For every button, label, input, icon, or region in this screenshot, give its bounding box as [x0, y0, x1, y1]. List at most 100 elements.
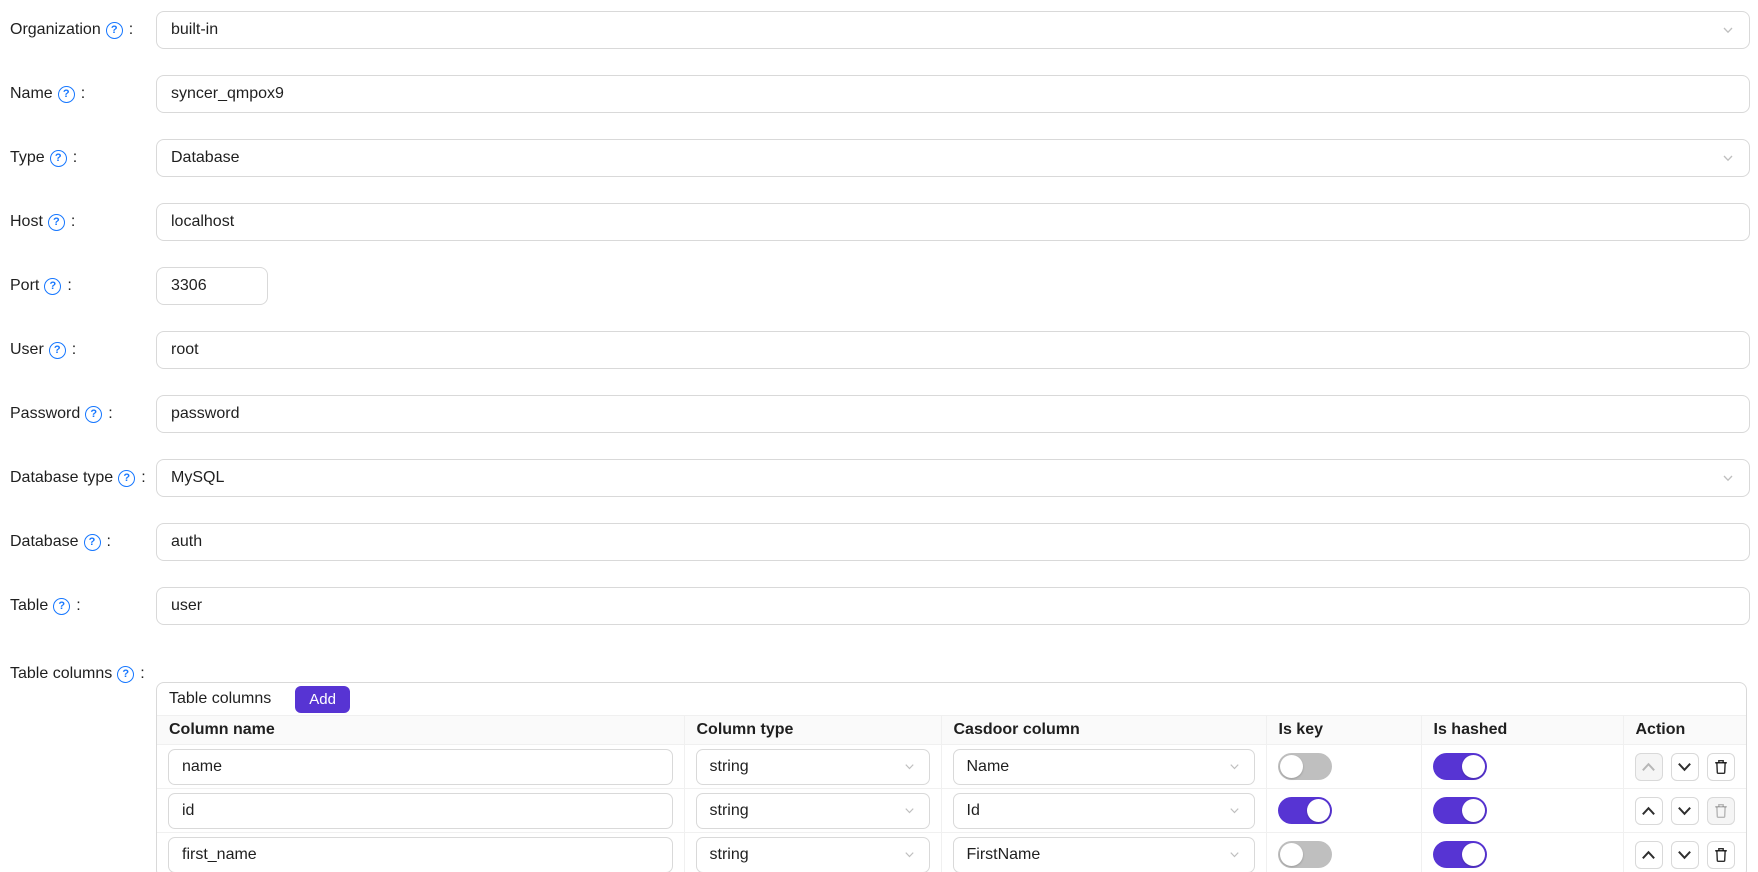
field-label: Organization ? : — [10, 21, 156, 39]
field-value: password — [171, 405, 239, 423]
panel-title-bar: Table columns Add — [157, 683, 1746, 715]
help-icon[interactable]: ? — [50, 150, 67, 167]
user-input[interactable]: root — [156, 331, 1750, 369]
help-icon[interactable]: ? — [49, 342, 66, 359]
field-content: localhost — [156, 203, 1750, 241]
is-hashed-toggle[interactable] — [1433, 841, 1487, 868]
is-key-toggle[interactable] — [1278, 753, 1332, 780]
table-columns-table: Column nameColumn typeCasdoor columnIs k… — [157, 715, 1746, 872]
add-column-button[interactable]: Add — [295, 686, 350, 713]
row-actions — [1635, 797, 1736, 825]
label-colon: : — [108, 405, 112, 423]
help-icon[interactable]: ? — [44, 278, 61, 295]
move-down-button[interactable] — [1671, 753, 1699, 781]
casdoor-column-value: Name — [967, 758, 1010, 776]
column-name-input[interactable]: first_name — [168, 837, 673, 872]
casdoor-column-select[interactable]: Name — [953, 749, 1255, 785]
chevron-down-icon — [1228, 760, 1241, 773]
delete-button[interactable] — [1707, 841, 1735, 869]
table-row: id string Id — [157, 789, 1746, 833]
port-input[interactable]: 3306 — [156, 267, 268, 305]
name-input[interactable]: syncer_qmpox9 — [156, 75, 1750, 113]
move-down-button[interactable] — [1671, 797, 1699, 825]
help-icon[interactable]: ? — [84, 534, 101, 551]
move-up-button — [1635, 753, 1663, 781]
col-header-casdoor-column: Casdoor column — [941, 716, 1266, 745]
is-key-toggle[interactable] — [1278, 797, 1332, 824]
help-icon[interactable]: ? — [106, 22, 123, 39]
move-up-button[interactable] — [1635, 841, 1663, 869]
move-down-button[interactable] — [1671, 841, 1699, 869]
label-colon: : — [71, 213, 75, 231]
field-content: password — [156, 395, 1750, 433]
chevron-down-icon — [1676, 804, 1693, 818]
chevron-down-icon — [1721, 471, 1735, 485]
trash-icon — [1712, 802, 1730, 820]
column-name-value: name — [182, 758, 222, 776]
is-hashed-toggle[interactable] — [1433, 797, 1487, 824]
field-value: localhost — [171, 213, 234, 231]
trash-icon — [1712, 846, 1730, 864]
field-value: 3306 — [171, 277, 207, 295]
field-label: Type ? : — [10, 149, 156, 167]
col-header-is-key: Is key — [1266, 716, 1421, 745]
database-row: Database ? : auth — [10, 523, 1750, 561]
casdoor-column-select[interactable]: FirstName — [953, 837, 1255, 872]
database-input[interactable]: auth — [156, 523, 1750, 561]
field-label-text: Organization — [10, 21, 101, 39]
form-rows: Organization ? : built-in Name ? : synce… — [10, 11, 1750, 625]
chevron-down-icon — [903, 804, 916, 817]
delete-button[interactable] — [1707, 753, 1735, 781]
table-input[interactable]: user — [156, 587, 1750, 625]
column-type-select[interactable]: string — [696, 837, 930, 872]
column-name-input[interactable]: name — [168, 749, 673, 785]
database-type-select[interactable]: MySQL — [156, 459, 1750, 497]
chevron-down-icon — [1228, 848, 1241, 861]
move-up-button[interactable] — [1635, 797, 1663, 825]
label-colon: : — [81, 85, 85, 103]
column-name-value: first_name — [182, 846, 257, 864]
field-content: MySQL — [156, 459, 1750, 497]
field-content: Database — [156, 139, 1750, 177]
type-select[interactable]: Database — [156, 139, 1750, 177]
field-label-text: Database — [10, 533, 79, 551]
help-icon[interactable]: ? — [58, 86, 75, 103]
delete-button — [1707, 797, 1735, 825]
field-content: syncer_qmpox9 — [156, 75, 1750, 113]
column-type-select[interactable]: string — [696, 749, 930, 785]
type-row: Type ? : Database — [10, 139, 1750, 177]
field-value: MySQL — [171, 469, 224, 487]
help-icon[interactable]: ? — [118, 470, 135, 487]
field-label: Password ? : — [10, 405, 156, 423]
password-input[interactable]: password — [156, 395, 1750, 433]
field-label-text: Type — [10, 149, 45, 167]
help-icon[interactable]: ? — [53, 598, 70, 615]
is-key-toggle[interactable] — [1278, 841, 1332, 868]
organization-select[interactable]: built-in — [156, 11, 1750, 49]
table-row: name string Name — [157, 745, 1746, 789]
column-name-input[interactable]: id — [168, 793, 673, 829]
chevron-up-icon — [1640, 760, 1657, 774]
help-icon[interactable]: ? — [85, 406, 102, 423]
label-colon: : — [140, 665, 144, 683]
field-content: root — [156, 331, 1750, 369]
name-row: Name ? : syncer_qmpox9 — [10, 75, 1750, 113]
chevron-down-icon — [1721, 151, 1735, 165]
host-input[interactable]: localhost — [156, 203, 1750, 241]
password-row: Password ? : password — [10, 395, 1750, 433]
database-type-row: Database type ? : MySQL — [10, 459, 1750, 497]
column-type-select[interactable]: string — [696, 793, 930, 829]
is-hashed-toggle[interactable] — [1433, 753, 1487, 780]
help-icon[interactable]: ? — [117, 666, 134, 683]
chevron-up-icon — [1640, 848, 1657, 862]
casdoor-column-select[interactable]: Id — [953, 793, 1255, 829]
help-icon[interactable]: ? — [48, 214, 65, 231]
panel-title: Table columns — [169, 690, 271, 708]
field-content: 3306 — [156, 267, 1750, 305]
chevron-down-icon — [1228, 804, 1241, 817]
label-colon: : — [107, 533, 111, 551]
column-type-value: string — [710, 802, 749, 820]
table-columns-panel: Table columns Add Column nameColumn type… — [156, 682, 1747, 872]
col-header-is-hashed: Is hashed — [1421, 716, 1623, 745]
table-row: Table ? : user — [10, 587, 1750, 625]
